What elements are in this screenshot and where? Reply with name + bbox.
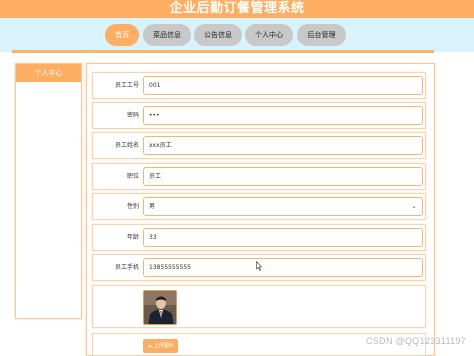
- position-label: 职位: [126, 173, 139, 180]
- phone-label: 员工手机: [114, 264, 139, 271]
- upload-button-label: 上传图片: [153, 343, 174, 349]
- form-row-gender: 性别 男 ⌄: [92, 193, 426, 220]
- phone-input[interactable]: 13855555555: [143, 258, 423, 277]
- mouse-cursor-icon: [256, 261, 262, 271]
- employee-name-label: 员工姓名: [114, 142, 139, 149]
- nav-announcements[interactable]: 公告信息: [194, 24, 242, 46]
- password-label: 密码: [126, 112, 139, 119]
- employee-id-value: 001: [149, 82, 161, 89]
- employee-name-value: xxx员工: [149, 142, 172, 149]
- position-value: 员工: [149, 173, 162, 180]
- employee-id-input[interactable]: 001: [143, 76, 423, 95]
- age-label: 年龄: [126, 234, 139, 241]
- chevron-down-icon: ⌄: [411, 202, 417, 210]
- gender-value: 男: [149, 203, 156, 210]
- form-row-age: 年龄 33: [92, 224, 426, 251]
- employee-photo: [143, 290, 177, 325]
- form-row-photo: [92, 285, 426, 328]
- sidebar: 个人中心: [15, 63, 82, 319]
- form-row-employee-id: 员工工号 001: [92, 72, 426, 99]
- nav-bar: 首页 菜品信息 公告信息 个人中心 后台管理: [0, 18, 474, 53]
- nav-admin[interactable]: 后台管理: [297, 24, 346, 46]
- form-row-password: 密码 •••: [92, 102, 426, 129]
- password-input[interactable]: •••: [143, 106, 423, 125]
- upload-image-button[interactable]: ☁ 上传图片: [143, 339, 178, 353]
- title-bar: 企业后勤订餐管理系统: [0, 0, 474, 18]
- age-value: 33: [149, 234, 157, 241]
- app-title: 企业后勤订餐管理系统: [169, 1, 305, 16]
- password-value: •••: [149, 112, 160, 119]
- form-row-employee-name: 员工姓名 xxx员工: [92, 132, 426, 159]
- employee-id-label: 员工工号: [114, 82, 139, 89]
- phone-value: 13855555555: [149, 264, 191, 271]
- person-icon: [144, 291, 176, 324]
- watermark: CSDN @QQ123311197: [366, 336, 466, 346]
- nav-dishes[interactable]: 菜品信息: [143, 24, 191, 46]
- sidebar-item-personal-center[interactable]: 个人中心: [16, 64, 81, 82]
- nav-personal-center[interactable]: 个人中心: [245, 24, 293, 46]
- employee-name-input[interactable]: xxx员工: [143, 136, 423, 155]
- nav-home[interactable]: 首页: [105, 24, 139, 46]
- gender-label: 性别: [126, 203, 139, 210]
- gender-select[interactable]: 男 ⌄: [143, 197, 423, 216]
- position-input[interactable]: 员工: [143, 167, 423, 186]
- nav-divider: [12, 50, 434, 53]
- upload-icon: ☁: [147, 343, 153, 349]
- age-input[interactable]: 33: [143, 228, 423, 247]
- form-row-position: 职位 员工: [92, 163, 426, 190]
